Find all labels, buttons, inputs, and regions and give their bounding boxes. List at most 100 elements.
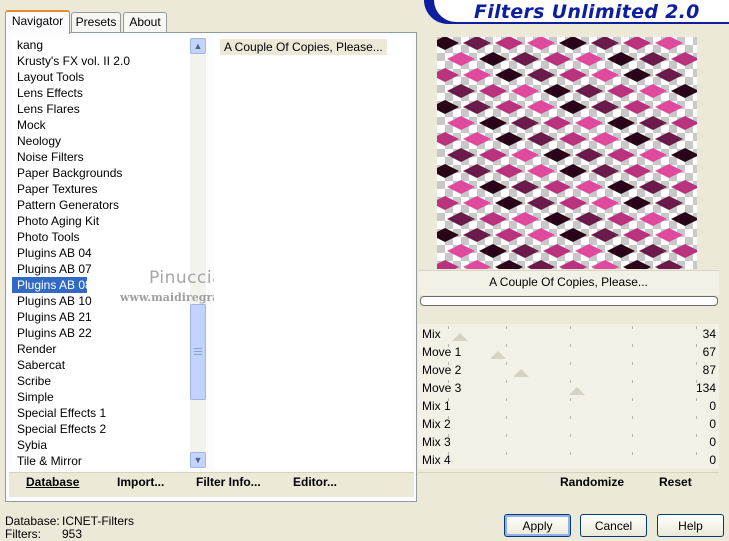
param-value[interactable]: 0 — [660, 399, 716, 413]
slider-tick — [570, 362, 571, 365]
checker-cell — [445, 221, 453, 229]
param-value[interactable]: 87 — [660, 363, 716, 377]
checker-cell — [541, 61, 549, 69]
checker-cell — [685, 77, 693, 85]
progress-bar — [420, 296, 718, 306]
help-button[interactable]: Help — [657, 514, 724, 537]
checker-cell — [493, 237, 501, 245]
slider-knob[interactable] — [569, 387, 585, 395]
checker-cell — [509, 221, 517, 229]
category-item[interactable]: Plugins AB 08 — [12, 277, 92, 293]
category-item[interactable]: kang — [12, 37, 207, 53]
category-item[interactable]: Pattern Generators — [12, 197, 207, 213]
randomize-button[interactable]: Randomize — [560, 475, 624, 489]
category-item[interactable]: Render — [12, 341, 207, 357]
slider-tick — [506, 344, 507, 347]
scroll-up-button[interactable]: ▲ — [190, 38, 206, 54]
import-button[interactable]: Import... — [117, 475, 164, 489]
category-item[interactable]: Scribe — [12, 373, 207, 389]
param-value[interactable]: 34 — [660, 327, 716, 341]
checker-cell — [693, 165, 697, 173]
checker-cell — [493, 77, 501, 85]
checker-cell — [477, 221, 485, 229]
category-item[interactable]: Paper Textures — [12, 181, 207, 197]
checker-cell — [509, 61, 517, 69]
cancel-button[interactable]: Cancel — [580, 514, 647, 537]
chevron-up-icon: ▲ — [193, 41, 203, 51]
checker-cell — [525, 173, 533, 181]
filter-info-button[interactable]: Filter Info... — [196, 475, 261, 489]
category-item[interactable]: Lens Effects — [12, 85, 207, 101]
tab-presets[interactable]: Presets — [71, 12, 121, 32]
checker-cell — [557, 109, 565, 117]
category-item[interactable]: Simple — [12, 389, 207, 405]
slider-tick — [696, 416, 697, 419]
checker-cell — [525, 77, 533, 85]
param-value[interactable]: 0 — [660, 453, 716, 467]
checker-cell — [573, 221, 581, 229]
checker-cell — [461, 77, 469, 85]
checker-cell — [605, 157, 613, 165]
slider-knob[interactable] — [513, 369, 529, 377]
editor-button[interactable]: Editor... — [293, 475, 337, 489]
category-list[interactable]: kang Krusty's FX vol. II 2.0 Layout Tools L… — [12, 37, 207, 469]
slider-tick — [632, 416, 633, 419]
category-item[interactable]: Special Effects 2 — [12, 421, 207, 437]
checker-cell — [541, 157, 549, 165]
category-item[interactable]: Plugins AB 22 — [12, 325, 207, 341]
scroll-thumb[interactable] — [190, 304, 206, 400]
category-item[interactable]: Krusty's FX vol. II 2.0 — [12, 53, 207, 69]
category-item[interactable]: Photo Aging Kit — [12, 213, 207, 229]
param-value[interactable]: 0 — [660, 417, 716, 431]
param-value[interactable]: 134 — [660, 381, 716, 395]
checker-cell — [573, 253, 581, 261]
category-item[interactable]: Noise Filters — [12, 149, 207, 165]
slider-tick — [570, 416, 571, 419]
checker-cell — [605, 189, 613, 197]
checker-cell — [437, 245, 445, 253]
tab-navigator[interactable]: Navigator — [5, 10, 70, 34]
slider-tick — [570, 398, 571, 401]
checker-cell — [589, 205, 597, 213]
category-item[interactable]: Mock — [12, 117, 207, 133]
category-item[interactable]: Tile & Mirror — [12, 453, 207, 469]
param-value[interactable]: 0 — [660, 435, 716, 449]
category-item[interactable]: Layout Tools — [12, 69, 207, 85]
checker-cell — [637, 253, 645, 261]
slider-knob[interactable] — [490, 351, 506, 359]
category-item[interactable]: Plugins AB 04 — [12, 245, 207, 261]
scroll-down-button[interactable]: ▼ — [190, 452, 206, 468]
checker-cell — [637, 61, 645, 69]
category-item[interactable]: Photo Tools — [12, 229, 207, 245]
database-button[interactable]: Database — [26, 475, 79, 489]
tab-about[interactable]: About — [123, 12, 167, 32]
filter-list[interactable]: A Couple Of Copies, Please... — [214, 37, 412, 469]
category-scrollbar[interactable] — [190, 38, 206, 468]
checker-cell — [525, 205, 533, 213]
import-button-label: Import... — [117, 475, 165, 489]
category-item[interactable]: Plugins AB 21 — [12, 309, 207, 325]
checker-cell — [493, 141, 501, 149]
slider-knob[interactable] — [452, 333, 468, 341]
checker-cell — [573, 125, 581, 133]
category-item[interactable]: Sybia — [12, 437, 207, 453]
category-item[interactable]: Neology — [12, 133, 207, 149]
checker-cell — [589, 141, 597, 149]
checker-cell — [445, 189, 453, 197]
category-item[interactable]: Lens Flares — [12, 101, 207, 117]
slider-tick — [448, 380, 449, 383]
randomize-button-label: Randomize — [560, 475, 625, 489]
category-item[interactable]: Sabercat — [12, 357, 207, 373]
checker-cell — [589, 237, 597, 245]
reset-button[interactable]: Reset — [659, 475, 692, 489]
slider-tick — [632, 380, 633, 383]
category-item[interactable]: Special Effects 1 — [12, 405, 207, 421]
checker-cell — [461, 205, 469, 213]
filter-item[interactable]: A Couple Of Copies, Please... — [220, 39, 387, 55]
param-value[interactable]: 67 — [660, 345, 716, 359]
slider-tick — [506, 398, 507, 401]
category-item[interactable]: Paper Backgrounds — [12, 165, 207, 181]
checker-cell — [509, 157, 517, 165]
apply-button[interactable]: Apply — [504, 514, 571, 537]
slider-tick — [448, 416, 449, 419]
